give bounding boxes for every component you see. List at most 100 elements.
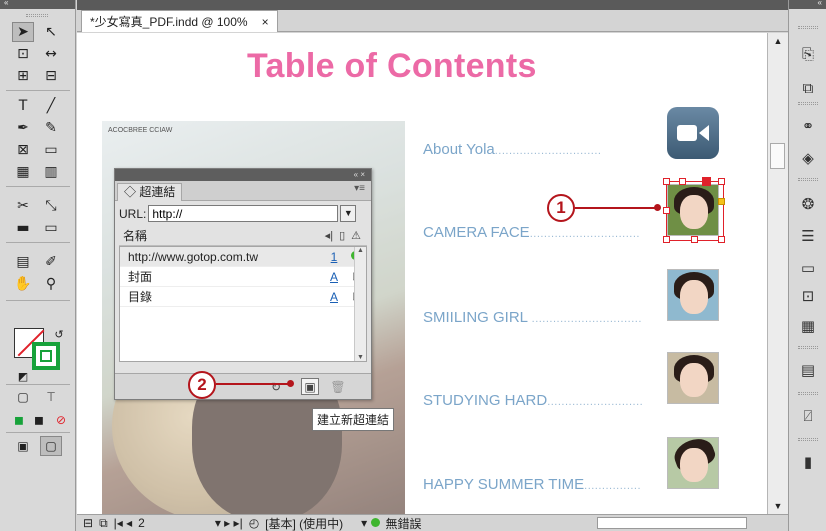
- effects-panel-icon[interactable]: ⊡: [798, 286, 818, 306]
- resize-handle[interactable]: [718, 236, 725, 243]
- girl-photo-thumbnail[interactable]: [667, 269, 719, 321]
- page-number-field[interactable]: 2: [138, 516, 145, 530]
- default-colors-icon[interactable]: ◩: [12, 366, 34, 386]
- style-info[interactable]: [基本] (使用中): [265, 515, 343, 531]
- url-dropdown-icon[interactable]: ▼: [340, 205, 357, 222]
- toc-entry[interactable]: SMIILING GIRL ..........................…: [423, 309, 663, 326]
- document-tab[interactable]: *少女寫真_PDF.indd @ 100% ×: [81, 10, 278, 32]
- refresh-icon[interactable]: ↻: [267, 378, 285, 395]
- pen-tool-icon[interactable]: ✒: [12, 118, 34, 138]
- page-navigation[interactable]: ▾ ▸ ▸|: [215, 516, 243, 530]
- formatting-text-icon[interactable]: T: [40, 387, 62, 407]
- page-column-icon[interactable]: ▯: [339, 229, 345, 242]
- resize-handle[interactable]: [679, 178, 686, 185]
- rectangle-tool-icon[interactable]: ▭: [40, 140, 62, 160]
- scissors-tool-icon[interactable]: ✂: [12, 196, 34, 216]
- line-tool-icon[interactable]: ╱: [40, 96, 62, 116]
- pencil-tool-icon[interactable]: ✎: [40, 118, 62, 138]
- column-name-header[interactable]: 名稱: [123, 227, 147, 244]
- panel-grip[interactable]: [798, 438, 818, 441]
- zoom-tool-icon[interactable]: ⚲: [40, 274, 62, 294]
- selection-bounding-box[interactable]: [663, 177, 725, 243]
- normal-view-icon[interactable]: ▣: [12, 436, 34, 456]
- close-tab-icon[interactable]: ×: [262, 15, 269, 29]
- media-panel-icon[interactable]: ▤: [798, 360, 818, 380]
- scroll-down-icon[interactable]: ▼: [768, 498, 788, 514]
- panel-menu-icon[interactable]: ▾≡: [354, 183, 365, 194]
- camera-icon[interactable]: [667, 107, 719, 159]
- gradient-feather-tool-icon[interactable]: ▭: [40, 218, 62, 238]
- scroll-down-icon[interactable]: ▼: [355, 354, 366, 361]
- list-item[interactable]: http://www.gotop.com.tw 1: [120, 247, 366, 267]
- dock-collapse-strip[interactable]: «: [789, 0, 826, 9]
- warning-column-icon[interactable]: ⚠: [351, 229, 361, 242]
- horizontal-scrollbar[interactable]: [597, 517, 747, 529]
- direct-selection-tool-icon[interactable]: ↖: [40, 22, 62, 42]
- type-tool-icon[interactable]: T: [12, 96, 34, 116]
- selection-tool-icon[interactable]: ➤: [12, 22, 34, 42]
- toc-entry[interactable]: STUDYING HARD...........................: [423, 392, 663, 409]
- page-tool-icon[interactable]: ⊡: [12, 44, 34, 64]
- url-input[interactable]: [148, 205, 339, 222]
- link-page[interactable]: A: [324, 290, 344, 304]
- note-tool-icon[interactable]: ▤: [12, 252, 34, 272]
- panel-grip[interactable]: [798, 26, 818, 29]
- stroke-panel-icon[interactable]: ☰: [798, 226, 818, 246]
- links-panel-icon[interactable]: ⚭: [798, 116, 818, 136]
- apply-color-icon[interactable]: ◼: [8, 410, 30, 430]
- first-page-icon[interactable]: |◂ ◂: [114, 516, 133, 530]
- pages-panel-icon[interactable]: ⎘: [798, 44, 818, 64]
- hand-tool-icon[interactable]: ✋: [12, 274, 34, 294]
- panel-grip[interactable]: [26, 14, 48, 17]
- formatting-container-icon[interactable]: ▢: [12, 387, 34, 407]
- layers-panel-icon[interactable]: ⧉: [798, 78, 818, 98]
- collapse-icon[interactable]: «: [4, 0, 8, 7]
- resize-handle[interactable]: [718, 198, 725, 205]
- resize-handle[interactable]: [691, 236, 698, 243]
- panel-titlebar[interactable]: « ×: [115, 169, 371, 181]
- apply-gradient-icon[interactable]: ◼: [28, 410, 50, 430]
- open-in-window-icon[interactable]: ⧉: [99, 516, 108, 531]
- girl-photo-thumbnail[interactable]: [667, 352, 719, 404]
- tools-collapse-strip[interactable]: «: [0, 0, 75, 9]
- link-page[interactable]: A: [324, 270, 344, 284]
- swatches-panel-icon[interactable]: ▦: [798, 316, 818, 336]
- toc-entry[interactable]: CAMERA FACE.............................…: [423, 224, 663, 241]
- scroll-up-icon[interactable]: ▲: [355, 247, 366, 254]
- preflight-status-icon[interactable]: ▾: [361, 516, 380, 530]
- resize-handle[interactable]: [718, 178, 725, 185]
- list-item[interactable]: 封面 A ▯: [120, 267, 366, 287]
- resize-handle[interactable]: [663, 207, 670, 214]
- panel-grip[interactable]: [798, 392, 818, 395]
- link-page[interactable]: 1: [324, 250, 344, 264]
- swap-colors-icon[interactable]: ↺: [48, 324, 70, 344]
- grid-tool-icon[interactable]: ▥: [40, 162, 62, 182]
- scroll-thumb[interactable]: [770, 143, 785, 169]
- hyperlinks-panel-icon[interactable]: ⍁: [798, 406, 818, 426]
- girl-photo-thumbnail[interactable]: [667, 437, 719, 489]
- bookmarks-panel-icon[interactable]: ▮: [798, 452, 818, 472]
- stroke-swatch[interactable]: [32, 342, 60, 370]
- free-transform-tool-icon[interactable]: ⤡: [40, 196, 62, 216]
- toc-entry[interactable]: HAPPY SUMMER TIME................: [423, 476, 663, 493]
- apply-none-icon[interactable]: ⊘: [50, 410, 72, 430]
- content-placer-icon[interactable]: ⊟: [40, 66, 62, 86]
- resize-handle[interactable]: [702, 177, 711, 186]
- vertical-scrollbar[interactable]: ▲ ▼: [767, 33, 788, 514]
- trash-icon[interactable]: 🗑: [329, 378, 347, 395]
- list-item[interactable]: 目錄 A ▯: [120, 287, 366, 307]
- panel-grip[interactable]: [798, 102, 818, 105]
- color-panel-icon[interactable]: ❂: [798, 194, 818, 214]
- table-tool-icon[interactable]: ▦: [12, 162, 34, 182]
- resize-handle[interactable]: [663, 178, 670, 185]
- view-options-icon[interactable]: ⊟: [83, 516, 93, 530]
- gap-tool-icon[interactable]: ↔: [40, 44, 62, 64]
- toc-entry[interactable]: About Yola..............................: [423, 141, 663, 158]
- rectangle-frame-tool-icon[interactable]: ⊠: [12, 140, 34, 160]
- sort-icon[interactable]: ◂|: [325, 229, 333, 242]
- content-collector-icon[interactable]: ⊞: [12, 66, 34, 86]
- preview-mode-icon[interactable]: ▢: [40, 436, 62, 456]
- gradient-swatch-tool-icon[interactable]: ▬: [12, 218, 34, 238]
- list-scrollbar[interactable]: ▲ ▼: [354, 247, 366, 361]
- panel-grip[interactable]: [798, 346, 818, 349]
